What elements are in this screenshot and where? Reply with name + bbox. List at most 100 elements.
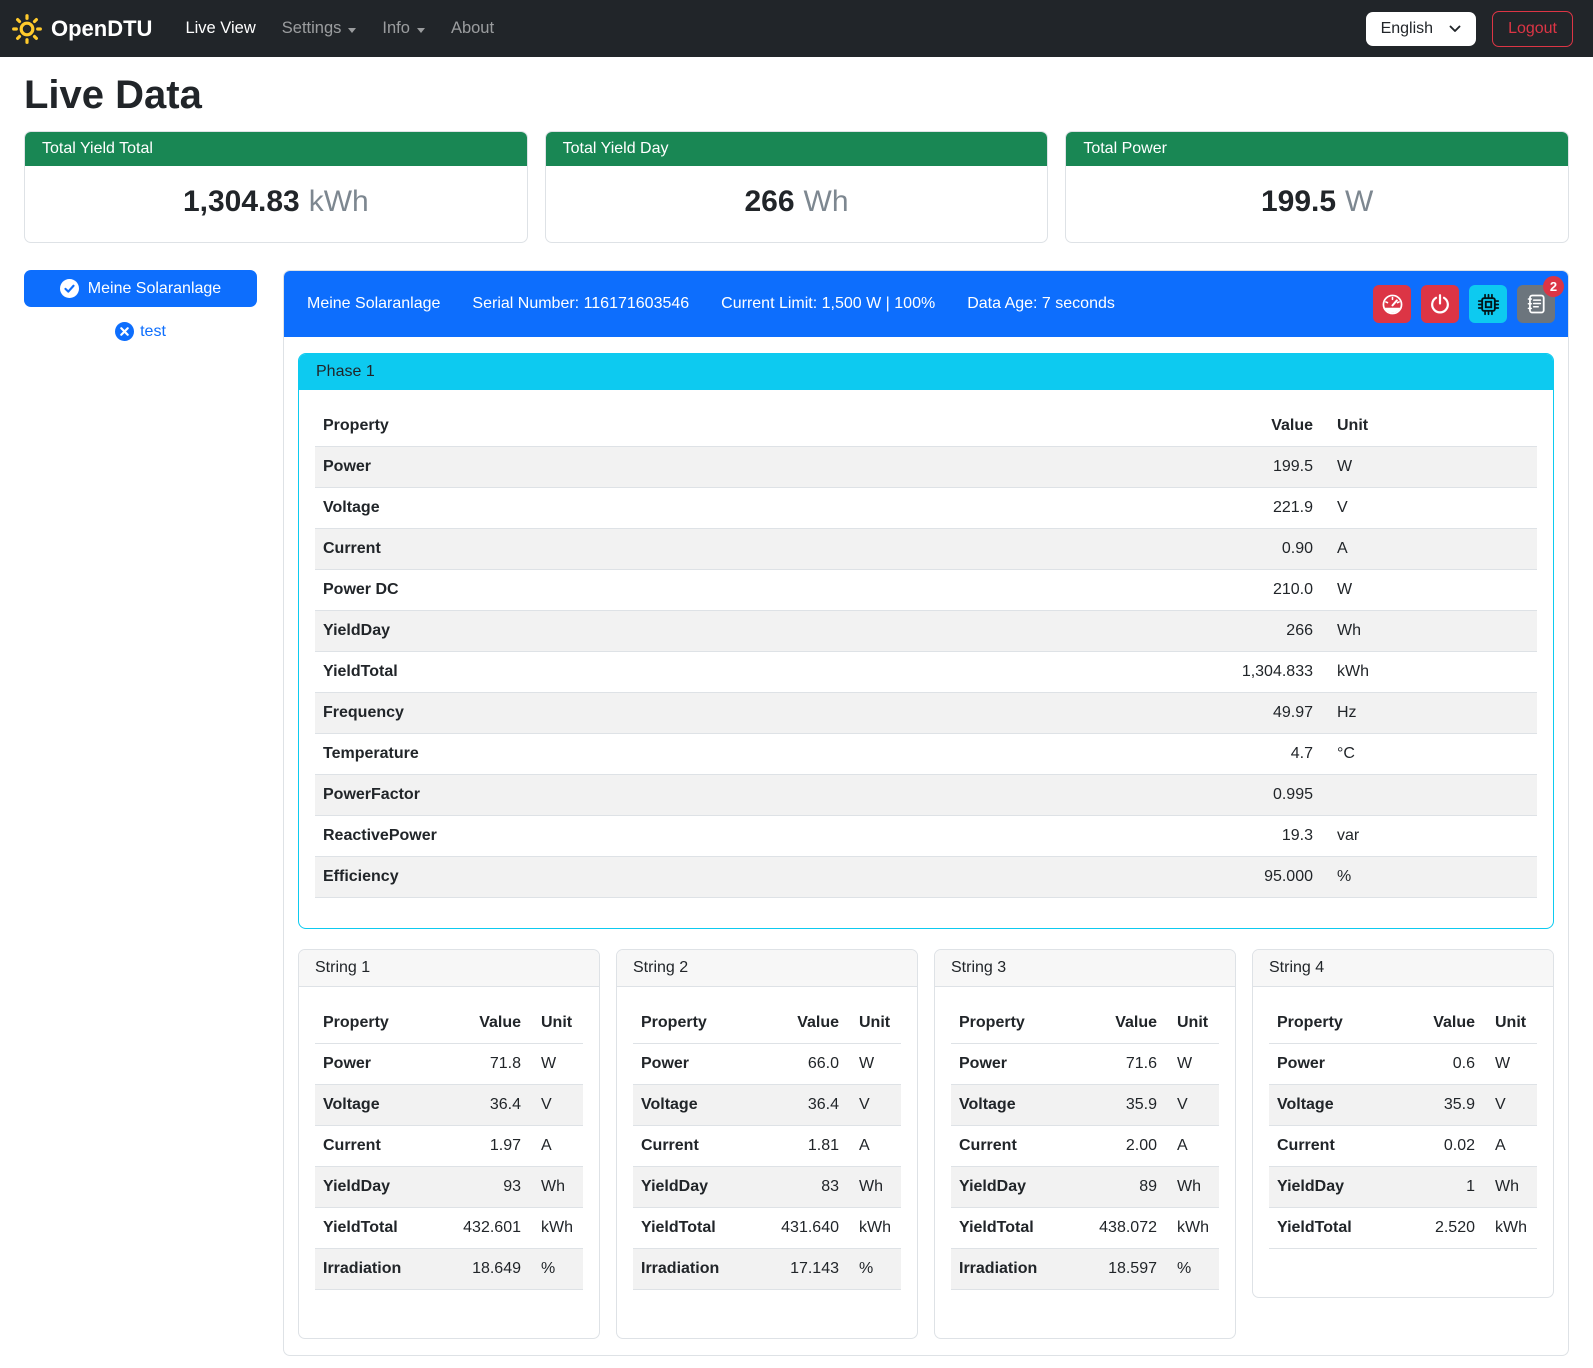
row-property: Irradiation	[633, 1249, 755, 1290]
gauge-icon	[1381, 293, 1404, 316]
nav-item-info[interactable]: Info	[369, 11, 438, 46]
string-card-4: String 4PropertyValueUnitPower0.6WVoltag…	[1252, 949, 1554, 1298]
table-row: Power66.0W	[633, 1044, 901, 1085]
row-unit: Wh	[529, 1167, 583, 1208]
row-unit: %	[1165, 1249, 1219, 1290]
row-value: 95.000	[1201, 857, 1321, 898]
summary-card-unit: kWh	[309, 185, 369, 218]
row-value: 4.7	[1201, 734, 1321, 775]
row-property: YieldTotal	[951, 1208, 1073, 1249]
row-value: 1.97	[437, 1126, 529, 1167]
row-value: 266	[1201, 611, 1321, 652]
row-unit: Wh	[1165, 1167, 1219, 1208]
table-row: Irradiation18.597%	[951, 1249, 1219, 1290]
brand[interactable]: OpenDTU	[12, 14, 152, 44]
table-row: Voltage36.4V	[315, 1085, 583, 1126]
summary-card-unit: Wh	[804, 185, 849, 218]
row-property: Current	[633, 1126, 755, 1167]
row-property: PowerFactor	[315, 775, 1201, 816]
row-unit: %	[847, 1249, 901, 1290]
sidebar-item-test[interactable]: test	[115, 322, 166, 341]
power-button[interactable]	[1421, 285, 1459, 323]
row-value: 36.4	[437, 1085, 529, 1126]
row-property: YieldDay	[315, 1167, 437, 1208]
column-header-value: Value	[755, 1003, 847, 1044]
summary-card-body: 1,304.83kWh	[25, 166, 527, 242]
row-unit: kWh	[1165, 1208, 1219, 1249]
check-circle-icon	[60, 279, 79, 298]
row-value: 18.597	[1073, 1249, 1165, 1290]
row-property: Frequency	[315, 693, 1201, 734]
phase-panel: Phase 1 Property Value Unit Power199.5WV…	[298, 353, 1554, 929]
row-property: Voltage	[315, 488, 1201, 529]
table-header-row: PropertyValueUnit	[315, 1003, 583, 1044]
row-property: Current	[1269, 1126, 1391, 1167]
row-value: 35.9	[1391, 1085, 1483, 1126]
row-value: 83	[755, 1167, 847, 1208]
nav-item-settings[interactable]: Settings	[269, 11, 370, 46]
row-property: Current	[315, 529, 1201, 570]
cpu-icon	[1477, 293, 1500, 316]
event-log-button[interactable]: 2	[1517, 285, 1555, 323]
table-row: Power0.6W	[1269, 1044, 1537, 1085]
row-property: YieldTotal	[1269, 1208, 1391, 1249]
column-header-value: Value	[1391, 1003, 1483, 1044]
row-property: Power	[315, 447, 1201, 488]
logout-button[interactable]: Logout	[1492, 11, 1573, 47]
string-body: PropertyValueUnitPower71.8WVoltage36.4VC…	[299, 987, 599, 1338]
column-header-property: Property	[315, 406, 1201, 447]
inverter-actions: 2	[1373, 285, 1555, 323]
string-title: String 2	[617, 950, 917, 987]
column-header-unit: Unit	[1321, 406, 1537, 447]
sun-icon	[12, 14, 42, 44]
row-value: 0.90	[1201, 529, 1321, 570]
inverter-card: Meine Solaranlage Serial Number: 1161716…	[283, 270, 1569, 1356]
row-unit	[1321, 775, 1537, 816]
row-property: Power	[633, 1044, 755, 1085]
inverter-serial: Serial Number: 116171603546	[472, 295, 689, 313]
nav-item-live-view[interactable]: Live View	[172, 11, 268, 46]
limit-settings-button[interactable]	[1373, 285, 1411, 323]
summary-card-value: 199.5	[1261, 185, 1336, 218]
table-row: Current2.00A	[951, 1126, 1219, 1167]
row-property: Power	[315, 1044, 437, 1085]
column-header-unit: Unit	[1483, 1003, 1537, 1044]
row-unit: °C	[1321, 734, 1537, 775]
column-header-value: Value	[1201, 406, 1321, 447]
row-value: 35.9	[1073, 1085, 1165, 1126]
phase-table: Property Value Unit Power199.5WVoltage22…	[315, 406, 1537, 898]
column-header-property: Property	[1269, 1003, 1391, 1044]
row-property: Power DC	[315, 570, 1201, 611]
sidebar-item-meine-solaranlage[interactable]: Meine Solaranlage	[24, 270, 257, 307]
table-row: Voltage35.9V	[951, 1085, 1219, 1126]
nav-right: English Logout	[1366, 11, 1573, 47]
string-title: String 4	[1253, 950, 1553, 987]
row-property: Current	[315, 1126, 437, 1167]
row-unit: V	[1483, 1085, 1537, 1126]
table-row: Current0.02A	[1269, 1126, 1537, 1167]
nav-item-about[interactable]: About	[438, 11, 507, 46]
table-row: YieldDay93Wh	[315, 1167, 583, 1208]
column-header-property: Property	[951, 1003, 1073, 1044]
language-select[interactable]: English	[1366, 12, 1476, 46]
row-property: Voltage	[951, 1085, 1073, 1126]
nav-item-label: About	[451, 19, 494, 38]
row-unit: %	[529, 1249, 583, 1290]
row-unit: A	[529, 1126, 583, 1167]
caret-down-icon	[348, 28, 356, 33]
summary-cards-row: Total Yield Total1,304.83kWhTotal Yield …	[24, 131, 1569, 243]
row-property: YieldTotal	[315, 1208, 437, 1249]
string-title: String 3	[935, 950, 1235, 987]
table-row: Temperature4.7°C	[315, 734, 1537, 775]
row-unit: A	[847, 1126, 901, 1167]
device-info-button[interactable]	[1469, 285, 1507, 323]
row-property: YieldTotal	[633, 1208, 755, 1249]
row-value: 71.8	[437, 1044, 529, 1085]
brand-label: OpenDTU	[51, 16, 152, 42]
table-row: PowerFactor0.995	[315, 775, 1537, 816]
summary-card-unit: W	[1345, 185, 1373, 218]
row-property: Power	[951, 1044, 1073, 1085]
row-property: Current	[951, 1126, 1073, 1167]
row-unit: kWh	[1321, 652, 1537, 693]
row-unit: V	[529, 1085, 583, 1126]
